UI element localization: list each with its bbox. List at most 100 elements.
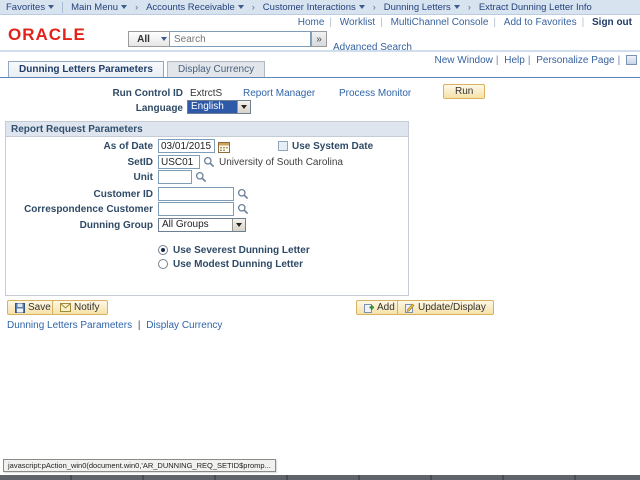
separator: | (617, 55, 621, 66)
breadcrumb-divider (62, 1, 64, 13)
use-modest-label: Use Modest Dunning Letter (173, 259, 304, 270)
breadcrumb-label: Extract Dunning Letter Info (478, 1, 592, 13)
worklist-link[interactable]: Worklist (340, 17, 375, 28)
breadcrumb-main-menu-label: Main Menu (71, 1, 119, 13)
breadcrumb-customer-interactions[interactable]: Customer Interactions (257, 2, 371, 13)
add-button[interactable]: Add (356, 300, 403, 315)
update-display-label: Update/Display (418, 302, 486, 313)
dunning-group-label: Dunning Group (79, 220, 153, 231)
language-value: English (188, 101, 237, 113)
breadcrumb-main-menu[interactable]: Main Menu (65, 2, 133, 13)
sign-out-link[interactable]: Sign out (592, 17, 632, 28)
run-button[interactable]: Run (443, 84, 486, 99)
breadcrumb-separator: › (251, 2, 255, 12)
setid-description: University of South Carolina (219, 157, 343, 168)
notify-label: Notify (74, 302, 100, 313)
oracle-logo: ORACLE (8, 25, 86, 44)
chevron-down-icon (48, 5, 55, 9)
chevron-down-icon (121, 5, 128, 9)
add-to-favorites-link[interactable]: Add to Favorites (504, 17, 577, 28)
unit-input[interactable] (158, 170, 192, 184)
home-link[interactable]: Home (298, 17, 325, 28)
multichannel-console-link[interactable]: MultiChannel Console (391, 17, 489, 28)
tab-display-currency[interactable]: Display Currency (166, 61, 266, 77)
tab-bar: Dunning Letters Parameters Display Curre… (8, 61, 266, 77)
language-label: Language (135, 103, 183, 114)
search-scope-select[interactable]: All (128, 31, 170, 47)
separator: | (329, 17, 333, 28)
footer-links: Dunning Letters Parameters | Display Cur… (7, 320, 222, 331)
correspondence-customer-lookup-icon[interactable] (237, 203, 249, 215)
customer-id-input[interactable] (158, 187, 234, 201)
breadcrumb-favorites-label: Favorites (6, 1, 46, 13)
as-of-date-input[interactable] (158, 139, 215, 153)
setid-lookup-icon[interactable] (203, 156, 215, 168)
taskbar-strip (0, 475, 640, 480)
calendar-icon[interactable] (218, 141, 230, 153)
breadcrumb: Favorites Main Menu › Accounts Receivabl… (0, 0, 640, 15)
help-link[interactable]: Help (504, 55, 525, 66)
tab-underline (0, 77, 640, 78)
run-control-id-label: Run Control ID (112, 88, 183, 99)
add-plus-icon (364, 303, 374, 313)
peoplesoft-dunning-letters-page: Favorites Main Menu › Accounts Receivabl… (0, 0, 640, 480)
footer-display-currency-link[interactable]: Display Currency (146, 320, 222, 331)
breadcrumb-label: Customer Interactions (262, 1, 356, 13)
setid-input[interactable] (158, 155, 200, 169)
report-manager-link[interactable]: Report Manager (243, 88, 315, 99)
unit-lookup-icon[interactable] (195, 171, 207, 183)
dunning-group-select[interactable]: All Groups (158, 218, 246, 232)
use-severest-label: Use Severest Dunning Letter (173, 245, 310, 256)
page-links: New Window | Help | Personalize Page | (435, 55, 637, 66)
notify-envelope-icon (60, 303, 71, 312)
unit-label: Unit (133, 172, 153, 183)
run-control-id-value: ExtrctS (190, 88, 223, 99)
separator: | (527, 55, 531, 66)
tab-dunning-letters-parameters[interactable]: Dunning Letters Parameters (8, 61, 164, 77)
personalize-page-link[interactable]: Personalize Page (536, 55, 614, 66)
correspondence-customer-label: Correspondence Customer (24, 204, 153, 215)
update-display-icon (405, 303, 415, 313)
breadcrumb-current-page: Extract Dunning Letter Info (473, 2, 598, 13)
search-submit-button[interactable]: » (311, 31, 327, 47)
utility-links: Home | Worklist | MultiChannel Console | Ad… (293, 17, 632, 28)
breadcrumb-accounts-receivable[interactable]: Accounts Receivable (140, 2, 250, 13)
chevron-down-icon (237, 101, 250, 113)
chevron-down-icon (358, 5, 365, 9)
chevron-down-icon (232, 219, 245, 231)
use-severest-radio[interactable] (158, 245, 168, 255)
use-system-date-checkbox[interactable] (278, 141, 288, 151)
breadcrumb-dunning-letters[interactable]: Dunning Letters (378, 2, 466, 13)
copy-url-icon[interactable] (626, 55, 637, 65)
as-of-date-label: As of Date (103, 141, 153, 152)
save-disk-icon (15, 302, 25, 313)
breadcrumb-separator: › (372, 2, 376, 12)
setid-label: SetID (127, 157, 153, 168)
breadcrumb-label: Dunning Letters (383, 1, 451, 13)
customer-id-label: Customer ID (93, 189, 153, 200)
separator: | (493, 17, 497, 28)
separator: | (380, 17, 383, 28)
groupbox-title: Report Request Parameters (6, 122, 408, 137)
notify-button[interactable]: Notify (52, 300, 108, 315)
correspondence-customer-input[interactable] (158, 202, 234, 216)
breadcrumb-favorites[interactable]: Favorites (0, 2, 60, 13)
footer-dunning-letters-parameters-link[interactable]: Dunning Letters Parameters (7, 320, 132, 331)
status-bar-tooltip: javascript:pAction_win0(document.win0,'A… (3, 459, 276, 472)
process-monitor-link[interactable]: Process Monitor (339, 88, 411, 99)
header-divider (0, 50, 640, 52)
breadcrumb-separator: › (467, 2, 471, 12)
chevron-down-icon (237, 5, 244, 9)
separator: | (495, 55, 499, 66)
search-input[interactable] (169, 31, 311, 47)
language-select[interactable]: English (187, 100, 251, 114)
chevron-down-icon (453, 5, 460, 9)
report-request-parameters-groupbox: Report Request Parameters As of Date Use… (5, 121, 409, 296)
new-window-link[interactable]: New Window (435, 55, 493, 66)
use-modest-radio[interactable] (158, 259, 168, 269)
chevron-down-icon (158, 37, 169, 41)
dunning-group-value: All Groups (162, 219, 209, 230)
separator: | (137, 320, 141, 331)
update-display-button[interactable]: Update/Display (397, 300, 494, 315)
customer-id-lookup-icon[interactable] (237, 188, 249, 200)
